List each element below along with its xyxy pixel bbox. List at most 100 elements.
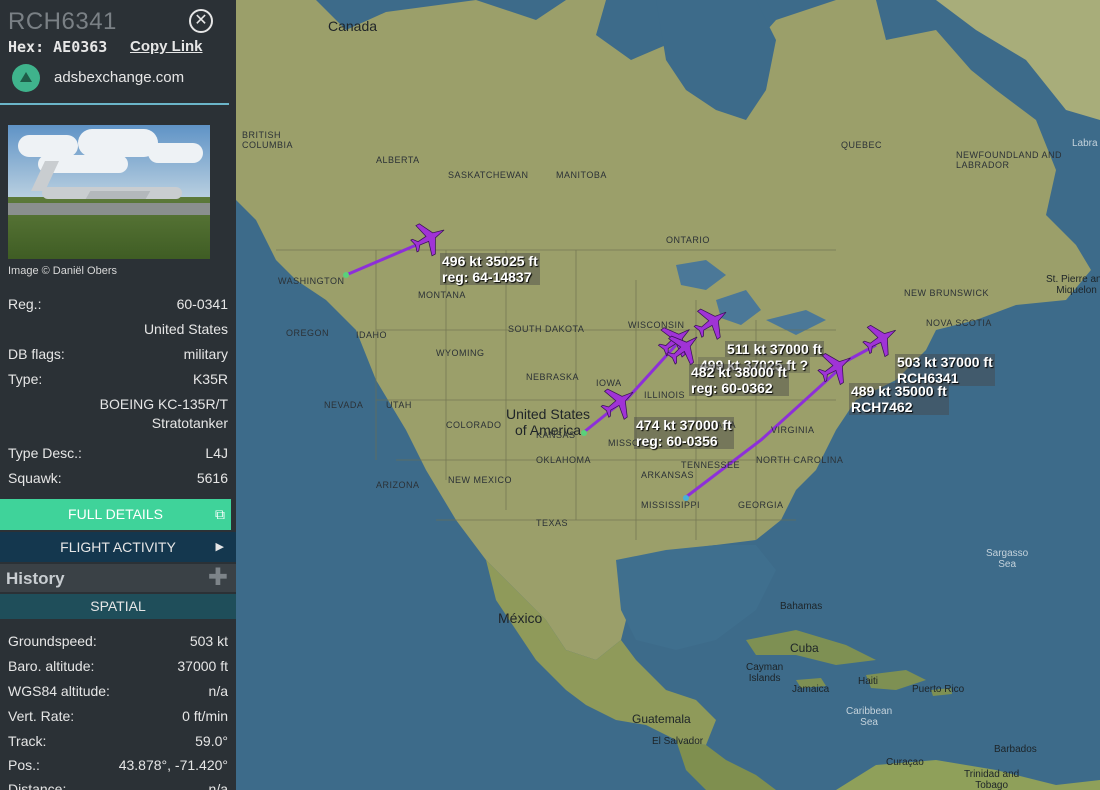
type-value: K35R: [192, 371, 228, 387]
distance-label: Distance:: [8, 781, 67, 790]
map-label-new-mexico: NEW MEXICO: [448, 475, 513, 485]
map-label-oklahoma: OKLAHOMA: [536, 455, 592, 465]
map-label-alberta: ALBERTA: [376, 155, 420, 165]
type-desc-value: L4J: [205, 445, 228, 461]
map-label-tennessee: TENNESSEE: [681, 460, 741, 470]
map-label-georgia: GEORGIA: [738, 500, 784, 510]
map-label-wisconsin: WISCONSIN: [628, 320, 685, 330]
map-label-newfoundland-1: NEWFOUNDLAND AND: [956, 150, 1063, 160]
map-label-washington: WASHINGTON: [278, 276, 345, 286]
groundspeed-label: Groundspeed:: [8, 633, 97, 649]
full-details-button[interactable]: FULL DETAILS ⧉: [0, 499, 231, 530]
map-label-haiti: Haiti: [858, 676, 879, 687]
map-label-oregon: OREGON: [286, 328, 330, 338]
expand-plus-icon[interactable]: ✚: [208, 564, 228, 592]
map-label-bc-1: BRITISH: [242, 130, 282, 140]
history-title: History: [6, 569, 65, 588]
map-label-cayman-1: Cayman: [746, 662, 784, 673]
aircraft-label-line2: reg: 60-0356: [636, 433, 718, 449]
map-label-newfoundland-2: LABRADOR: [956, 160, 1010, 170]
hex-label: Hex:: [8, 38, 45, 56]
map-label-nova-scotia: NOVA SCOTIA: [926, 318, 992, 328]
map-label-mexico: México: [498, 610, 543, 626]
site-link[interactable]: adsbexchange.com: [54, 69, 184, 86]
map-label-barbados: Barbados: [994, 744, 1037, 755]
position-value: 43.878°, -71.420°: [118, 757, 228, 773]
map-label-caribbean-2: Sea: [860, 717, 878, 728]
map-label-saskatchewan: SASKATCHEWAN: [448, 170, 529, 180]
map-label-caribbean: Caribbean Sea: [846, 706, 892, 728]
squawk-label: Squawk:: [8, 470, 62, 486]
map-label-idaho: IDAHO: [356, 330, 388, 340]
flight-map[interactable]: Canada United States of America México BR…: [236, 0, 1100, 790]
map-label-kansas: KANSAS: [536, 430, 576, 440]
external-link-icon: ⧉: [215, 506, 225, 522]
map-label-cayman-2: Islands: [748, 673, 781, 684]
history-section-header[interactable]: History ✚: [0, 564, 236, 592]
hex-code: AE0363: [53, 38, 108, 56]
map-label-curacao: Curaçao: [886, 757, 924, 768]
map-label-puerto-rico: Puerto Rico: [912, 684, 965, 695]
aircraft-label[interactable]: 474 kt 37000 ft reg: 60-0356: [634, 417, 734, 449]
type-name-line1: BOEING KC-135R/T: [99, 396, 228, 412]
aircraft-label-line1: 503 kt 37000 ft: [897, 354, 993, 370]
vert-rate-value: 0 ft/min: [182, 708, 228, 724]
aircraft-photo[interactable]: [8, 125, 210, 259]
db-flags-value: military: [183, 346, 228, 362]
reg-label: Reg.:: [8, 296, 42, 312]
map-label-arkansas: ARKANSAS: [641, 470, 695, 480]
aircraft-label[interactable]: 489 kt 35000 ft RCH7462: [849, 383, 949, 415]
map-label-wyoming: WYOMING: [436, 348, 485, 358]
photo-plane-wing: [85, 191, 151, 199]
map-label-new-brunswick: NEW BRUNSWICK: [904, 288, 989, 298]
aircraft-label[interactable]: 496 kt 35025 ft reg: 64-14837: [440, 253, 540, 285]
map-label-trinidad-1: Trinidad and: [964, 769, 1020, 780]
track-value: 59.0°: [195, 733, 228, 749]
chevron-right-icon: ▶: [215, 541, 224, 553]
type-desc-label: Type Desc.:: [8, 445, 82, 461]
map-label-virginia: VIRGINIA: [771, 425, 815, 435]
squawk-value: 5616: [196, 470, 228, 486]
aircraft-label-line2: reg: 64-14837: [442, 269, 532, 285]
map-label-sargasso: Sargasso Sea: [986, 548, 1028, 570]
copy-link[interactable]: Copy Link: [130, 38, 203, 55]
map-label-cayman: Cayman Islands: [746, 662, 783, 684]
map-label-montana: MONTANA: [418, 290, 466, 300]
map-label-labrador-sea: Labra Se: [1072, 138, 1100, 149]
aircraft-label[interactable]: 482 kt 38000 ft reg: 60-0362: [689, 364, 789, 396]
baro-altitude-label: Baro. altitude:: [8, 658, 95, 674]
map-label-mississippi: MISSISSIPPI: [641, 500, 701, 510]
map-label-trinidad: Trinidad and Tobago: [964, 769, 1019, 790]
callsign-title: RCH6341: [8, 8, 117, 35]
baro-altitude-value: 37000 ft: [177, 658, 228, 674]
type-label: Type:: [8, 371, 43, 387]
wgs84-altitude-value: n/a: [208, 683, 228, 699]
aircraft-label-line2: reg: 60-0362: [691, 380, 773, 396]
map-label-colorado: COLORADO: [446, 420, 502, 430]
map-label-jamaica: Jamaica: [792, 684, 830, 695]
aircraft-label-line1: 474 kt 37000 ft: [636, 417, 732, 433]
track-label: Track:: [8, 733, 47, 749]
close-icon[interactable]: ✕: [189, 9, 213, 33]
aircraft-label[interactable]: 511 kt 37000 ft: [725, 341, 824, 357]
map-label-north-carolina: NORTH CAROLINA: [756, 455, 844, 465]
aircraft-label-line1: 496 kt 35025 ft: [442, 253, 538, 269]
groundspeed-value: 503 kt: [189, 633, 228, 649]
db-flags-label: DB flags:: [8, 346, 65, 362]
map-label-guatemala: Guatemala: [632, 712, 691, 726]
flight-activity-label: FLIGHT ACTIVITY: [60, 539, 176, 555]
map-label-illinois: ILLINOIS: [644, 390, 686, 400]
map-label-ontario: ONTARIO: [666, 235, 710, 245]
map-label-bc: BRITISH COLUMBIA: [242, 130, 293, 150]
map-label-manitoba: MANITOBA: [556, 170, 607, 180]
aircraft-label-selected[interactable]: 503 kt 37000 ft RCH6341: [895, 354, 995, 386]
map-label-st-pierre-1: St. Pierre and: [1046, 274, 1100, 285]
map-label-sargasso-1: Sargasso: [986, 548, 1029, 559]
map-label-trinidad-2: Tobago: [975, 780, 1009, 790]
flight-activity-button[interactable]: FLIGHT ACTIVITY ▶: [0, 532, 236, 562]
wgs84-altitude-label: WGS84 altitude:: [8, 683, 110, 699]
photo-cloud: [78, 129, 158, 157]
map-label-texas: TEXAS: [536, 518, 569, 528]
aircraft-label-line1: 482 kt 38000 ft: [691, 364, 787, 380]
type-name-line2: Stratotanker: [151, 415, 228, 431]
